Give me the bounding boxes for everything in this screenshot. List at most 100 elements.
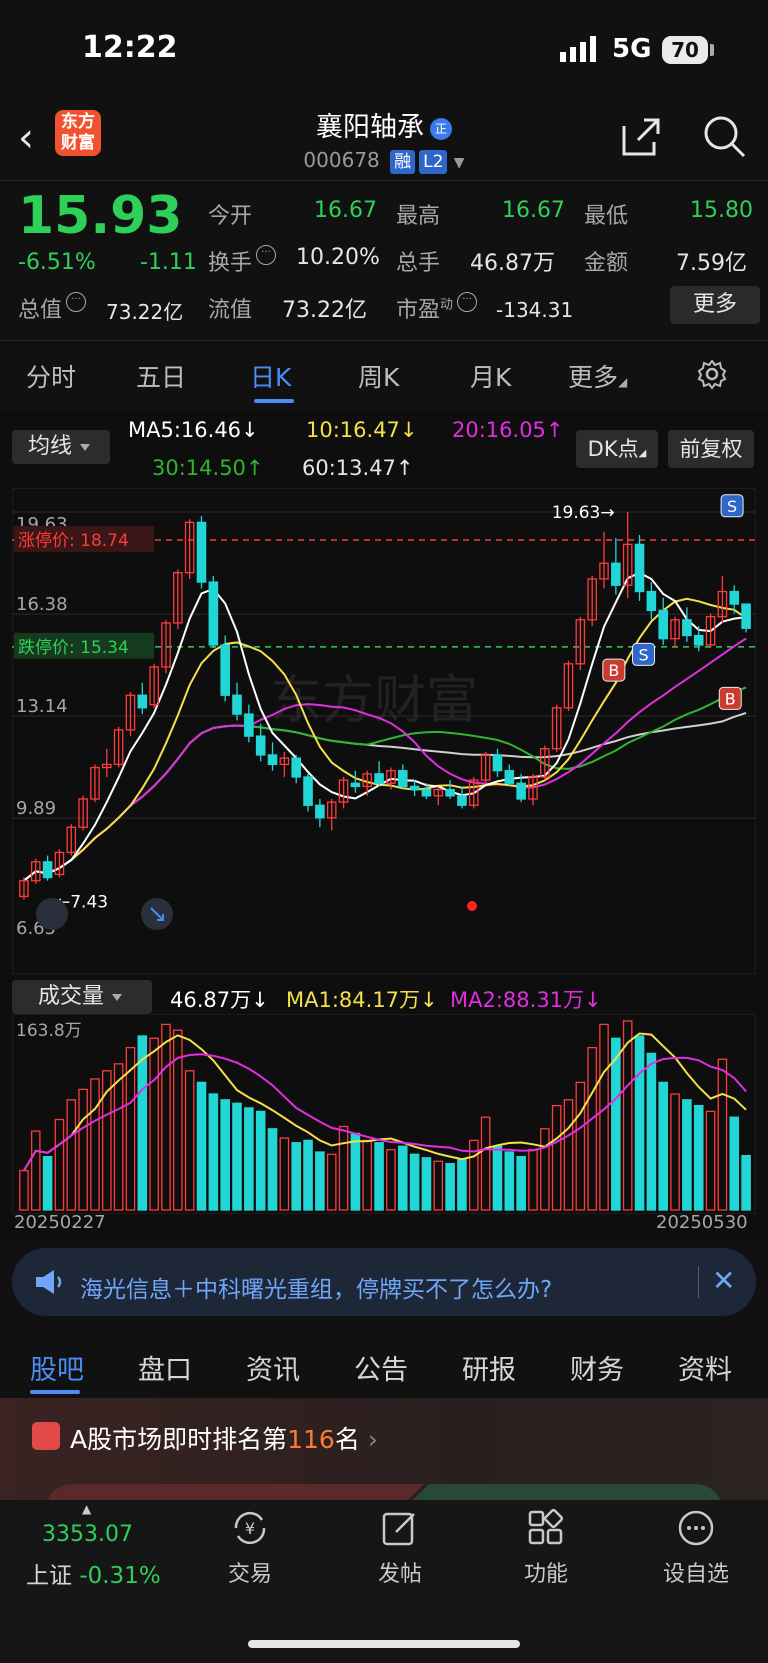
candle-body (504, 770, 515, 784)
search-icon[interactable] (700, 112, 748, 160)
ma-selector[interactable]: 均线 (12, 430, 110, 464)
level2-tag: L2 (419, 150, 448, 174)
more-button[interactable]: 更多 (670, 286, 760, 324)
functions-label[interactable]: 功能 (506, 1556, 586, 1588)
ranking-icon (32, 1422, 60, 1450)
chart-background (12, 488, 756, 974)
candle-body (634, 543, 645, 593)
ma60-value: 60:13.47↑ (302, 456, 414, 480)
candle-body (611, 562, 621, 586)
volume-chart[interactable]: 163.8万 (12, 1014, 756, 1214)
tab-more[interactable]: 更多◢ (568, 358, 627, 394)
candle-body (232, 694, 242, 715)
tab-research[interactable]: 研报 (462, 1348, 516, 1387)
candle-body (457, 795, 467, 806)
volume-bar (291, 1142, 302, 1211)
candle-body (409, 785, 420, 791)
volume-bar (267, 1128, 278, 1211)
tab-profile[interactable]: 资料 (678, 1348, 732, 1387)
pe-label: 市盈动 ··· (396, 292, 478, 324)
battery-icon: 70 (662, 36, 708, 64)
y-tick-label: 13.14 (16, 696, 68, 717)
volume-bar (350, 1132, 361, 1211)
post-icon[interactable] (380, 1508, 420, 1548)
more-icon[interactable] (676, 1508, 716, 1548)
tab-pankou[interactable]: 盘口 (138, 1348, 192, 1387)
candle-body (693, 634, 704, 646)
trade-label[interactable]: 交易 (210, 1556, 290, 1588)
volume-bar (445, 1162, 455, 1211)
volume-selector[interactable]: 成交量 (12, 980, 152, 1014)
network-type: 5G (612, 34, 652, 64)
volume-bar (421, 1157, 432, 1211)
post-label[interactable]: 发帖 (360, 1556, 440, 1588)
volume-bar (397, 1145, 408, 1211)
add-watchlist-label[interactable]: 设自选 (650, 1556, 742, 1588)
volume-bar (729, 1116, 740, 1211)
volume-bar (646, 1052, 657, 1211)
low-value: 15.80 (690, 198, 753, 223)
index-value[interactable]: 3353.07 (42, 1522, 133, 1547)
candle-body (315, 804, 325, 819)
y-tick-label: 9.89 (16, 798, 56, 819)
change-percent: -6.51% (18, 250, 96, 275)
close-icon[interactable]: ✕ (712, 1264, 735, 1297)
turnover-label: 换手 ··· (208, 245, 277, 277)
stock-name: 襄阳轴承 (316, 112, 424, 143)
battery-tip (710, 44, 714, 56)
candle-body (244, 713, 254, 737)
signal-letter: B (725, 689, 736, 708)
tab-news[interactable]: 资讯 (246, 1348, 300, 1387)
volume-bar (658, 1081, 669, 1211)
signal-icon (560, 36, 596, 62)
home-indicator (248, 1640, 520, 1648)
tab-five-day[interactable]: 五日 (136, 358, 186, 394)
tab-weekly-k[interactable]: 周K (358, 358, 399, 394)
volume-bar (741, 1154, 751, 1211)
stock-code: 000678 (303, 148, 380, 172)
dk-points-button[interactable]: DK点◢ (576, 430, 658, 468)
adjust-button[interactable]: 前复权 (668, 430, 754, 468)
volume-bar (682, 1099, 692, 1211)
divider (0, 340, 768, 341)
volume-bar (634, 1035, 645, 1211)
candle-body (137, 694, 148, 709)
gear-icon[interactable] (696, 358, 728, 390)
open-label: 今开 (208, 204, 253, 229)
volume-bar (492, 1145, 503, 1211)
ma10-value: 10:16.47↓ (306, 418, 418, 442)
tab-financials[interactable]: 财务 (570, 1348, 624, 1387)
tab-monthly-k[interactable]: 月K (470, 358, 511, 394)
volume-bar (220, 1099, 230, 1211)
float-value: 73.22亿 (282, 298, 367, 323)
banner-text[interactable]: 海光信息＋中科曙光重组，停牌买不了怎么办? (80, 1270, 552, 1304)
tab-daily-k[interactable]: 日K (250, 358, 291, 394)
amount-value: 7.59亿 (676, 251, 747, 276)
active-tab-indicator (254, 399, 294, 403)
volume-max-label: 163.8万 (16, 1021, 82, 1041)
date-start: 20250227 (14, 1212, 106, 1233)
share-icon[interactable] (616, 112, 664, 160)
tab-announcements[interactable]: 公告 (354, 1348, 408, 1387)
volume-bar (409, 1153, 420, 1211)
current-dot (467, 901, 477, 911)
info-icon[interactable]: ··· (457, 292, 478, 312)
dropdown-icon[interactable]: ▼ (454, 155, 465, 171)
chevron-up-icon[interactable]: ▲ (82, 1502, 91, 1516)
tab-minute[interactable]: 分时 (26, 358, 76, 394)
tab-guba[interactable]: 股吧 (30, 1348, 84, 1387)
index-info[interactable]: 上证 -0.31% (26, 1556, 161, 1590)
volume-bar (303, 1139, 313, 1211)
candle-body (516, 782, 526, 800)
info-icon[interactable]: ··· (66, 292, 87, 312)
kline-chart[interactable]: 东方财富19.6316.3813.149.896.65涨停价: 18.74跌停价… (12, 488, 756, 974)
rank-text[interactable]: A股市场即时排名第116名 › (70, 1420, 378, 1456)
trade-icon[interactable]: ¥ (230, 1508, 270, 1548)
volume-bar (232, 1102, 242, 1211)
info-icon[interactable]: ··· (256, 245, 277, 265)
candle-body (397, 770, 408, 788)
current-price: 15.93 (18, 186, 183, 246)
apps-icon[interactable] (526, 1508, 566, 1548)
pe-value: -134.31 (496, 298, 574, 322)
collapse-icon (36, 898, 68, 930)
